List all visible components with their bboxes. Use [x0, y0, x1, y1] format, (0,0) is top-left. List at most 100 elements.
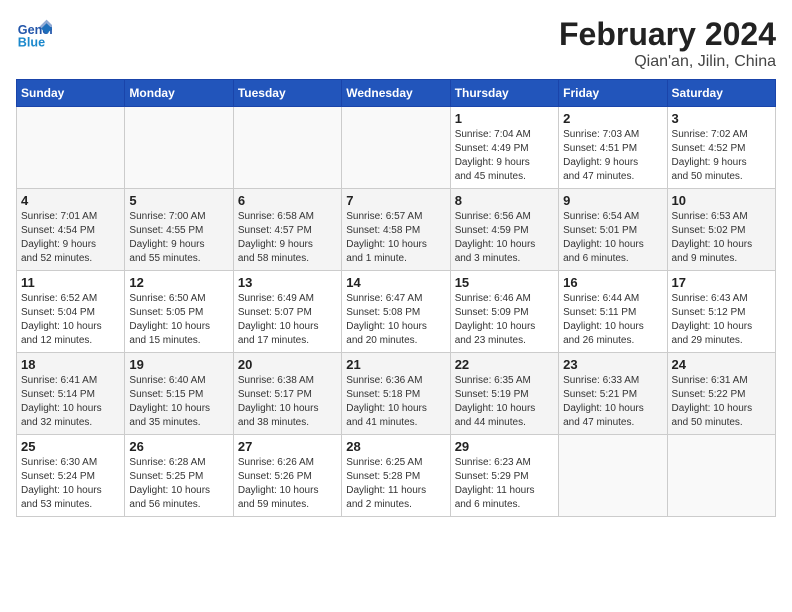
day-info: Sunrise: 7:03 AMSunset: 4:51 PMDaylight:… [563, 128, 662, 184]
calendar-cell: 18 Sunrise: 6:41 AMSunset: 5:14 PMDayligh… [17, 353, 125, 435]
calendar-cell: 5 Sunrise: 7:00 AMSunset: 4:55 PMDaylight… [125, 189, 233, 271]
calendar-week-2: 4 Sunrise: 7:01 AMSunset: 4:54 PMDaylight… [17, 189, 776, 271]
day-info: Sunrise: 6:31 AMSunset: 5:22 PMDaylight:… [672, 374, 771, 430]
calendar-table: SundayMondayTuesdayWednesdayThursdayFrid… [16, 79, 776, 517]
calendar-cell [559, 435, 667, 517]
day-number: 17 [672, 275, 771, 290]
day-number: 18 [21, 357, 120, 372]
day-info: Sunrise: 6:30 AMSunset: 5:24 PMDaylight:… [21, 456, 120, 512]
day-info: Sunrise: 7:00 AMSunset: 4:55 PMDaylight:… [129, 210, 228, 266]
calendar-cell: 14Sunrise: 6:47 AMSunset: 5:08 PMDayligh… [342, 271, 450, 353]
day-number: 9 [563, 193, 662, 208]
svg-text:Blue: Blue [18, 36, 45, 50]
day-number: 6 [238, 193, 337, 208]
day-info: Sunrise: 6:40 AMSunset: 5:15 PMDaylight:… [129, 374, 228, 430]
calendar-cell: 29 Sunrise: 6:23 AMSunset: 5:29 PMDayligh… [450, 435, 558, 517]
calendar-week-3: 11 Sunrise: 6:52 AMSunset: 5:04 PMDayligh… [17, 271, 776, 353]
calendar-cell: 26Sunrise: 6:28 AMSunset: 5:25 PMDayligh… [125, 435, 233, 517]
day-number: 24 [672, 357, 771, 372]
day-header-saturday: Saturday [667, 80, 775, 107]
calendar-cell: 3 Sunrise: 7:02 AMSunset: 4:52 PMDaylight… [667, 107, 775, 189]
day-info: Sunrise: 7:04 AMSunset: 4:49 PMDaylight:… [455, 128, 554, 184]
calendar-cell: 8 Sunrise: 6:56 AMSunset: 4:59 PMDaylight… [450, 189, 558, 271]
day-number: 13 [238, 275, 337, 290]
day-info: Sunrise: 7:02 AMSunset: 4:52 PMDaylight:… [672, 128, 771, 184]
day-number: 5 [129, 193, 228, 208]
day-number: 22 [455, 357, 554, 372]
day-info: Sunrise: 6:41 AMSunset: 5:14 PMDaylight:… [21, 374, 120, 430]
day-info: Sunrise: 6:38 AMSunset: 5:17 PMDaylight:… [238, 374, 337, 430]
day-info: Sunrise: 6:36 AMSunset: 5:18 PMDaylight:… [346, 374, 445, 430]
day-info: Sunrise: 6:25 AMSunset: 5:28 PMDaylight:… [346, 456, 445, 512]
day-number: 26 [129, 439, 228, 454]
day-info: Sunrise: 6:56 AMSunset: 4:59 PMDaylight:… [455, 210, 554, 266]
subtitle: Qian'an, Jilin, China [559, 53, 776, 71]
calendar-cell: 12 Sunrise: 6:50 AMSunset: 5:05 PMDayligh… [125, 271, 233, 353]
calendar-cell [667, 435, 775, 517]
calendar-cell: 28Sunrise: 6:25 AMSunset: 5:28 PMDayligh… [342, 435, 450, 517]
page-header: General Blue February 2024 Qian'an, Jili… [16, 16, 776, 71]
day-header-sunday: Sunday [17, 80, 125, 107]
logo-icon: General Blue [16, 16, 52, 52]
day-number: 15 [455, 275, 554, 290]
day-number: 1 [455, 111, 554, 126]
day-number: 27 [238, 439, 337, 454]
day-info: Sunrise: 6:49 AMSunset: 5:07 PMDaylight:… [238, 292, 337, 348]
day-header-thursday: Thursday [450, 80, 558, 107]
calendar-cell [233, 107, 341, 189]
calendar-cell [125, 107, 233, 189]
calendar-cell [17, 107, 125, 189]
calendar-cell: 15 Sunrise: 6:46 AMSunset: 5:09 PMDayligh… [450, 271, 558, 353]
day-info: Sunrise: 6:35 AMSunset: 5:19 PMDaylight:… [455, 374, 554, 430]
day-number: 21 [346, 357, 445, 372]
calendar-cell: 25 Sunrise: 6:30 AMSunset: 5:24 PMDayligh… [17, 435, 125, 517]
calendar-cell: 21 Sunrise: 6:36 AMSunset: 5:18 PMDayligh… [342, 353, 450, 435]
day-number: 8 [455, 193, 554, 208]
logo: General Blue [16, 16, 52, 52]
calendar-cell: 1 Sunrise: 7:04 AMSunset: 4:49 PMDaylight… [450, 107, 558, 189]
day-info: Sunrise: 6:33 AMSunset: 5:21 PMDaylight:… [563, 374, 662, 430]
day-info: Sunrise: 6:53 AMSunset: 5:02 PMDaylight:… [672, 210, 771, 266]
calendar-cell: 22 Sunrise: 6:35 AMSunset: 5:19 PMDayligh… [450, 353, 558, 435]
day-info: Sunrise: 6:23 AMSunset: 5:29 PMDaylight:… [455, 456, 554, 512]
day-number: 16 [563, 275, 662, 290]
day-number: 2 [563, 111, 662, 126]
day-info: Sunrise: 6:26 AMSunset: 5:26 PMDaylight:… [238, 456, 337, 512]
calendar-week-5: 25 Sunrise: 6:30 AMSunset: 5:24 PMDayligh… [17, 435, 776, 517]
day-header-wednesday: Wednesday [342, 80, 450, 107]
calendar-cell: 6 Sunrise: 6:58 AMSunset: 4:57 PMDaylight… [233, 189, 341, 271]
day-info: Sunrise: 7:01 AMSunset: 4:54 PMDaylight:… [21, 210, 120, 266]
day-number: 7 [346, 193, 445, 208]
main-title: February 2024 [559, 16, 776, 53]
calendar-cell: 27 Sunrise: 6:26 AMSunset: 5:26 PMDayligh… [233, 435, 341, 517]
day-header-tuesday: Tuesday [233, 80, 341, 107]
day-info: Sunrise: 6:43 AMSunset: 5:12 PMDaylight:… [672, 292, 771, 348]
calendar-cell: 7Sunrise: 6:57 AMSunset: 4:58 PMDaylight… [342, 189, 450, 271]
calendar-cell: 9 Sunrise: 6:54 AMSunset: 5:01 PMDaylight… [559, 189, 667, 271]
calendar-cell: 19 Sunrise: 6:40 AMSunset: 5:15 PMDayligh… [125, 353, 233, 435]
calendar-cell: 17 Sunrise: 6:43 AMSunset: 5:12 PMDayligh… [667, 271, 775, 353]
day-number: 12 [129, 275, 228, 290]
calendar-cell: 11 Sunrise: 6:52 AMSunset: 5:04 PMDayligh… [17, 271, 125, 353]
day-info: Sunrise: 6:46 AMSunset: 5:09 PMDaylight:… [455, 292, 554, 348]
day-number: 25 [21, 439, 120, 454]
day-number: 20 [238, 357, 337, 372]
day-info: Sunrise: 6:52 AMSunset: 5:04 PMDaylight:… [21, 292, 120, 348]
day-header-friday: Friday [559, 80, 667, 107]
calendar-cell: 23Sunrise: 6:33 AMSunset: 5:21 PMDayligh… [559, 353, 667, 435]
day-number: 14 [346, 275, 445, 290]
calendar-cell: 16Sunrise: 6:44 AMSunset: 5:11 PMDayligh… [559, 271, 667, 353]
day-number: 19 [129, 357, 228, 372]
day-info: Sunrise: 6:54 AMSunset: 5:01 PMDaylight:… [563, 210, 662, 266]
calendar-cell: 24 Sunrise: 6:31 AMSunset: 5:22 PMDayligh… [667, 353, 775, 435]
day-number: 29 [455, 439, 554, 454]
day-number: 11 [21, 275, 120, 290]
day-number: 4 [21, 193, 120, 208]
day-number: 3 [672, 111, 771, 126]
calendar-body: 1 Sunrise: 7:04 AMSunset: 4:49 PMDaylight… [17, 107, 776, 517]
day-info: Sunrise: 6:50 AMSunset: 5:05 PMDaylight:… [129, 292, 228, 348]
calendar-cell: 13 Sunrise: 6:49 AMSunset: 5:07 PMDayligh… [233, 271, 341, 353]
calendar-cell: 10Sunrise: 6:53 AMSunset: 5:02 PMDayligh… [667, 189, 775, 271]
calendar-cell: 2 Sunrise: 7:03 AMSunset: 4:51 PMDaylight… [559, 107, 667, 189]
day-info: Sunrise: 6:58 AMSunset: 4:57 PMDaylight:… [238, 210, 337, 266]
